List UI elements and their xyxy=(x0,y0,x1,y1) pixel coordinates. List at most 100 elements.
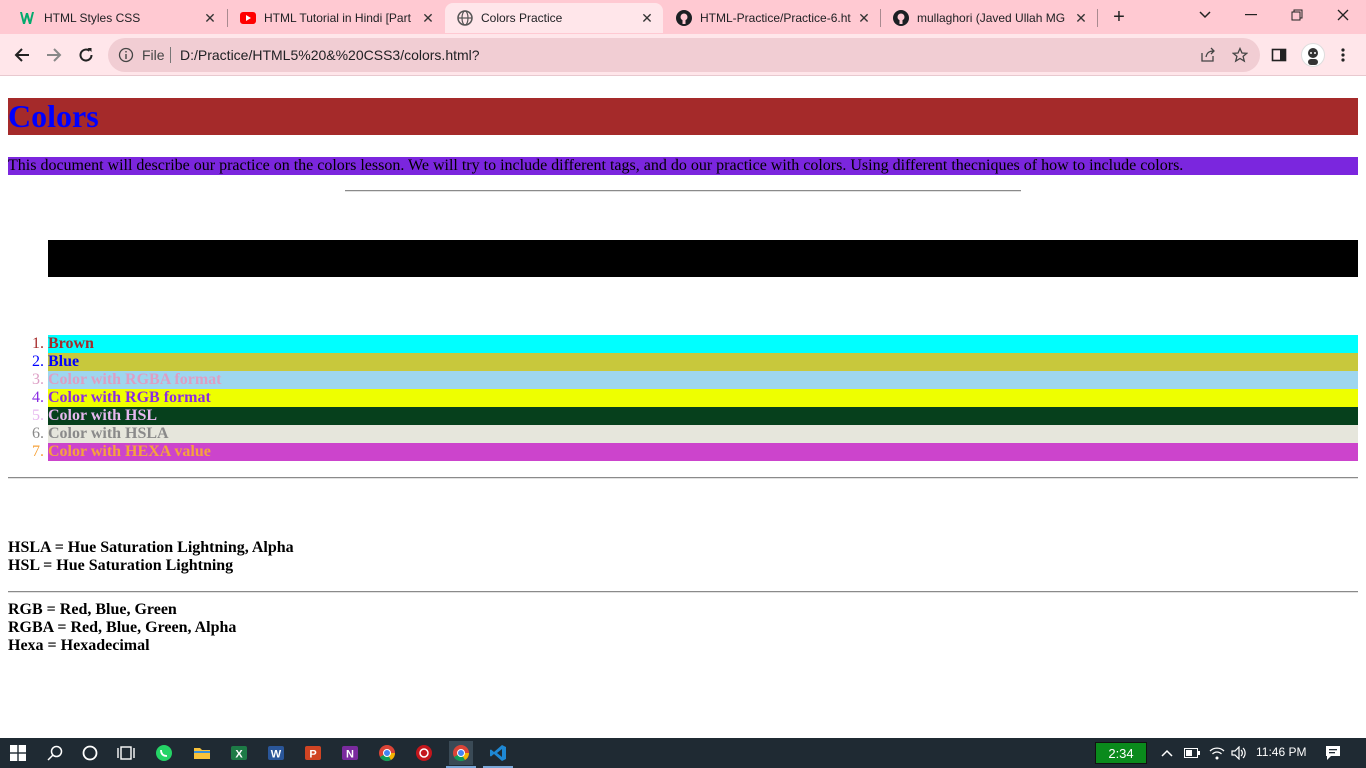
chevron-up-icon[interactable] xyxy=(1158,745,1176,761)
rgb-notes: RGB = Red, Blue, Green RGBA = Red, Blue,… xyxy=(8,601,236,655)
volume-icon[interactable] xyxy=(1230,745,1248,761)
list-item-label: Color with RGBA format xyxy=(48,371,1358,389)
globe-icon xyxy=(457,10,473,26)
info-icon[interactable] xyxy=(118,47,134,63)
list-marker: 3. xyxy=(32,371,44,388)
list-item: 1. Brown xyxy=(0,335,1366,353)
notification-icon[interactable] xyxy=(1324,745,1342,761)
list-marker: 1. xyxy=(32,335,44,352)
new-tab-button[interactable]: + xyxy=(1108,6,1130,28)
side-panel-icon[interactable] xyxy=(1269,45,1289,65)
list-item-label: Color with HSL xyxy=(48,407,1358,425)
list-item: 5. Color with HSL xyxy=(0,407,1366,425)
address-bar[interactable]: File D:/Practice/HTML5%20&%20CSS3/colors… xyxy=(108,38,1260,72)
tab-title: mullaghori (Javed Ullah MG xyxy=(917,11,1066,25)
close-tab-icon[interactable]: ✕ xyxy=(418,8,438,28)
list-marker: 2. xyxy=(32,353,44,370)
task-view-icon[interactable] xyxy=(114,741,138,765)
note-line: HSLA = Hue Saturation Lightning, Alpha xyxy=(8,539,294,556)
list-item-label: Color with HSLA xyxy=(48,425,1358,443)
list-item: 2. Blue xyxy=(0,353,1366,371)
tab-html-styles[interactable]: HTML Styles CSS ✕ xyxy=(8,3,226,33)
minimize-button[interactable] xyxy=(1235,4,1267,26)
list-item: 6. Color with HSLA xyxy=(0,425,1366,443)
page-content: Colors This document will describe our p… xyxy=(0,77,1366,738)
horizontal-rule xyxy=(8,477,1358,479)
wifi-icon[interactable] xyxy=(1208,745,1226,761)
list-item-label: Brown xyxy=(48,335,1358,353)
vscode-icon[interactable] xyxy=(486,741,510,765)
onenote-icon[interactable]: N xyxy=(338,741,362,765)
chrome-icon[interactable] xyxy=(375,741,399,765)
profile-avatar[interactable] xyxy=(1301,43,1325,67)
cortana-icon[interactable] xyxy=(78,741,102,765)
windows-start-icon[interactable] xyxy=(6,741,30,765)
tab-title: HTML-Practice/Practice-6.ht xyxy=(700,11,851,25)
windows-taskbar: X W P N 2:34 11:46 PM xyxy=(0,738,1366,768)
list-marker: 4. xyxy=(32,389,44,406)
list-item: 4. Color with RGB format xyxy=(0,389,1366,407)
file-explorer-icon[interactable] xyxy=(190,741,214,765)
close-tab-icon[interactable]: ✕ xyxy=(200,8,220,28)
battery-icon[interactable] xyxy=(1183,745,1201,761)
forward-button[interactable] xyxy=(42,43,66,67)
horizontal-rule xyxy=(8,591,1358,593)
menu-kebab-icon[interactable] xyxy=(1333,45,1353,65)
scheme-label: File xyxy=(142,47,165,63)
intro-paragraph: This document will describe our practice… xyxy=(8,157,1358,175)
word-icon[interactable]: W xyxy=(264,741,288,765)
excel-icon[interactable]: X xyxy=(227,741,251,765)
davinci-icon[interactable] xyxy=(412,741,436,765)
taskbar-clock[interactable]: 11:46 PM xyxy=(1256,745,1306,759)
timer-widget[interactable]: 2:34 xyxy=(1095,742,1147,764)
note-line: RGB = Red, Blue, Green xyxy=(8,601,177,618)
close-window-button[interactable] xyxy=(1327,4,1359,26)
note-line: HSL = Hue Saturation Lightning xyxy=(8,557,234,574)
list-marker: 5. xyxy=(32,407,44,424)
list-item-label: Color with RGB format xyxy=(48,389,1358,407)
horizontal-rule xyxy=(345,190,1021,192)
list-item: 7. Color with HEXA value xyxy=(0,443,1366,461)
close-tab-icon[interactable]: ✕ xyxy=(854,8,874,28)
svg-text:W: W xyxy=(271,749,282,761)
reload-button[interactable] xyxy=(74,43,98,67)
chrome-active-icon[interactable] xyxy=(449,741,473,765)
tab-separator xyxy=(1097,9,1098,27)
page-heading: Colors xyxy=(8,98,1358,135)
list-item: 3. Color with RGBA format xyxy=(0,371,1366,389)
colors-list: 1. Brown 2. Blue 3. Color with RGBA form… xyxy=(0,335,1366,461)
share-icon[interactable] xyxy=(1200,47,1216,63)
back-button[interactable] xyxy=(10,43,34,67)
tab-colors-practice[interactable]: Colors Practice ✕ xyxy=(445,3,663,33)
list-marker: 6. xyxy=(32,425,44,442)
url-text[interactable]: D:/Practice/HTML5%20&%20CSS3/colors.html… xyxy=(180,47,480,63)
search-icon[interactable] xyxy=(43,741,67,765)
svg-text:N: N xyxy=(346,749,354,761)
tab-search-icon[interactable] xyxy=(1189,4,1221,26)
w3schools-icon xyxy=(20,10,36,26)
github-icon xyxy=(676,10,692,26)
note-line: Hexa = Hexadecimal xyxy=(8,637,150,654)
list-item-label: Color with HEXA value xyxy=(48,443,1358,461)
github-icon xyxy=(893,10,909,26)
whatsapp-icon[interactable] xyxy=(152,741,176,765)
tab-github-profile[interactable]: mullaghori (Javed Ullah MG ✕ xyxy=(881,3,1097,33)
black-block xyxy=(48,240,1358,277)
list-item-label: Blue xyxy=(48,353,1358,371)
powerpoint-icon[interactable]: P xyxy=(301,741,325,765)
hsl-notes: HSLA = Hue Saturation Lightning, Alpha H… xyxy=(8,539,294,575)
tab-html-tutorial[interactable]: HTML Tutorial in Hindi [Part ✕ xyxy=(228,3,444,33)
tab-title: HTML Styles CSS xyxy=(44,11,141,25)
browser-toolbar: File D:/Practice/HTML5%20&%20CSS3/colors… xyxy=(0,34,1366,76)
close-tab-icon[interactable]: ✕ xyxy=(1071,8,1091,28)
close-tab-icon[interactable]: ✕ xyxy=(637,8,657,28)
tab-github-practice[interactable]: HTML-Practice/Practice-6.ht ✕ xyxy=(664,3,880,33)
bookmark-star-icon[interactable] xyxy=(1231,46,1249,63)
youtube-icon xyxy=(240,10,256,26)
address-separator xyxy=(170,47,171,63)
svg-text:P: P xyxy=(309,749,316,761)
tab-strip: HTML Styles CSS ✕ HTML Tutorial in Hindi… xyxy=(0,0,1366,34)
tab-title: Colors Practice xyxy=(481,11,563,25)
restore-button[interactable] xyxy=(1281,4,1313,26)
note-line: RGBA = Red, Blue, Green, Alpha xyxy=(8,619,237,636)
